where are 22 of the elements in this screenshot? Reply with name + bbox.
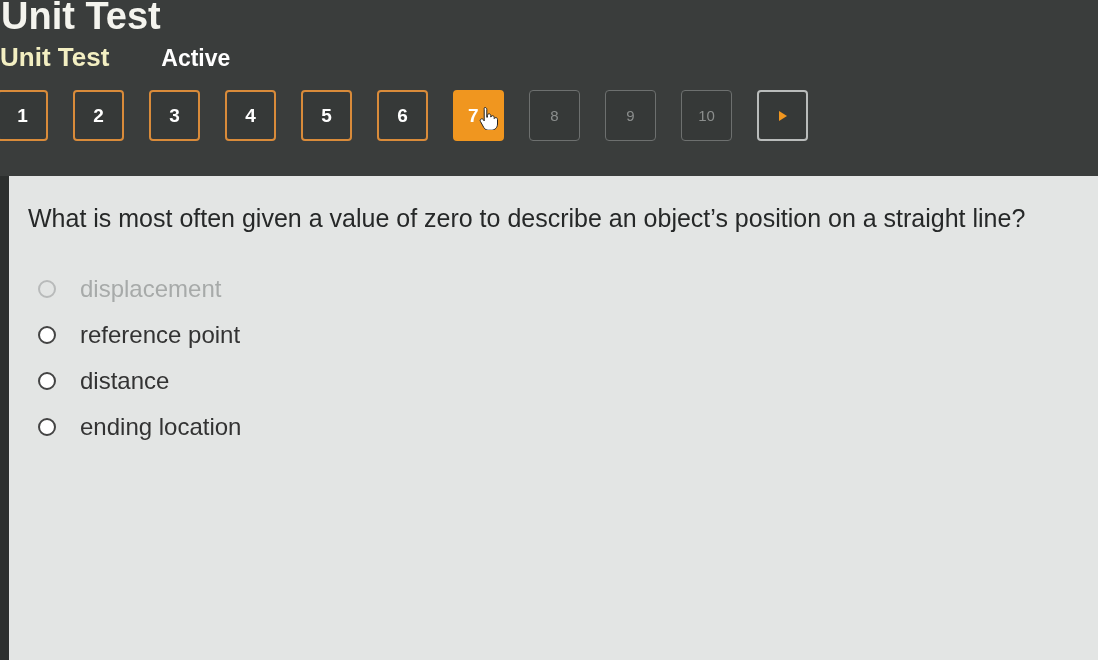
question-number-button[interactable]: 4 xyxy=(225,90,276,141)
test-status: Active xyxy=(161,45,231,72)
radio-button[interactable] xyxy=(38,326,56,344)
question-number-button[interactable]: 8 xyxy=(529,90,580,141)
question-number-button[interactable]: 5 xyxy=(301,90,352,141)
question-number-button[interactable]: 9 xyxy=(605,90,656,141)
question-number-button[interactable]: 6 xyxy=(377,90,428,141)
answer-option[interactable]: distance xyxy=(80,367,170,395)
question-number-button[interactable]: 3 xyxy=(149,90,200,141)
question-number-button[interactable]: 1 xyxy=(0,90,48,141)
next-button[interactable] xyxy=(757,90,808,141)
play-icon xyxy=(778,110,787,121)
question-text: What is most often given a value of zero to describe an object’s position on a straight line? xyxy=(28,204,1027,233)
question-number-button[interactable]: 10 xyxy=(681,90,732,141)
radio-button[interactable] xyxy=(38,418,56,436)
window-title: Unit Test xyxy=(0,0,162,32)
radio-button[interactable] xyxy=(38,372,56,390)
answer-option[interactable]: reference point xyxy=(80,321,241,349)
hand-cursor-icon xyxy=(479,106,499,130)
answer-option[interactable]: ending location xyxy=(80,413,242,441)
test-name: Unit Test xyxy=(0,42,110,73)
question-number-button[interactable]: 2 xyxy=(73,90,124,141)
